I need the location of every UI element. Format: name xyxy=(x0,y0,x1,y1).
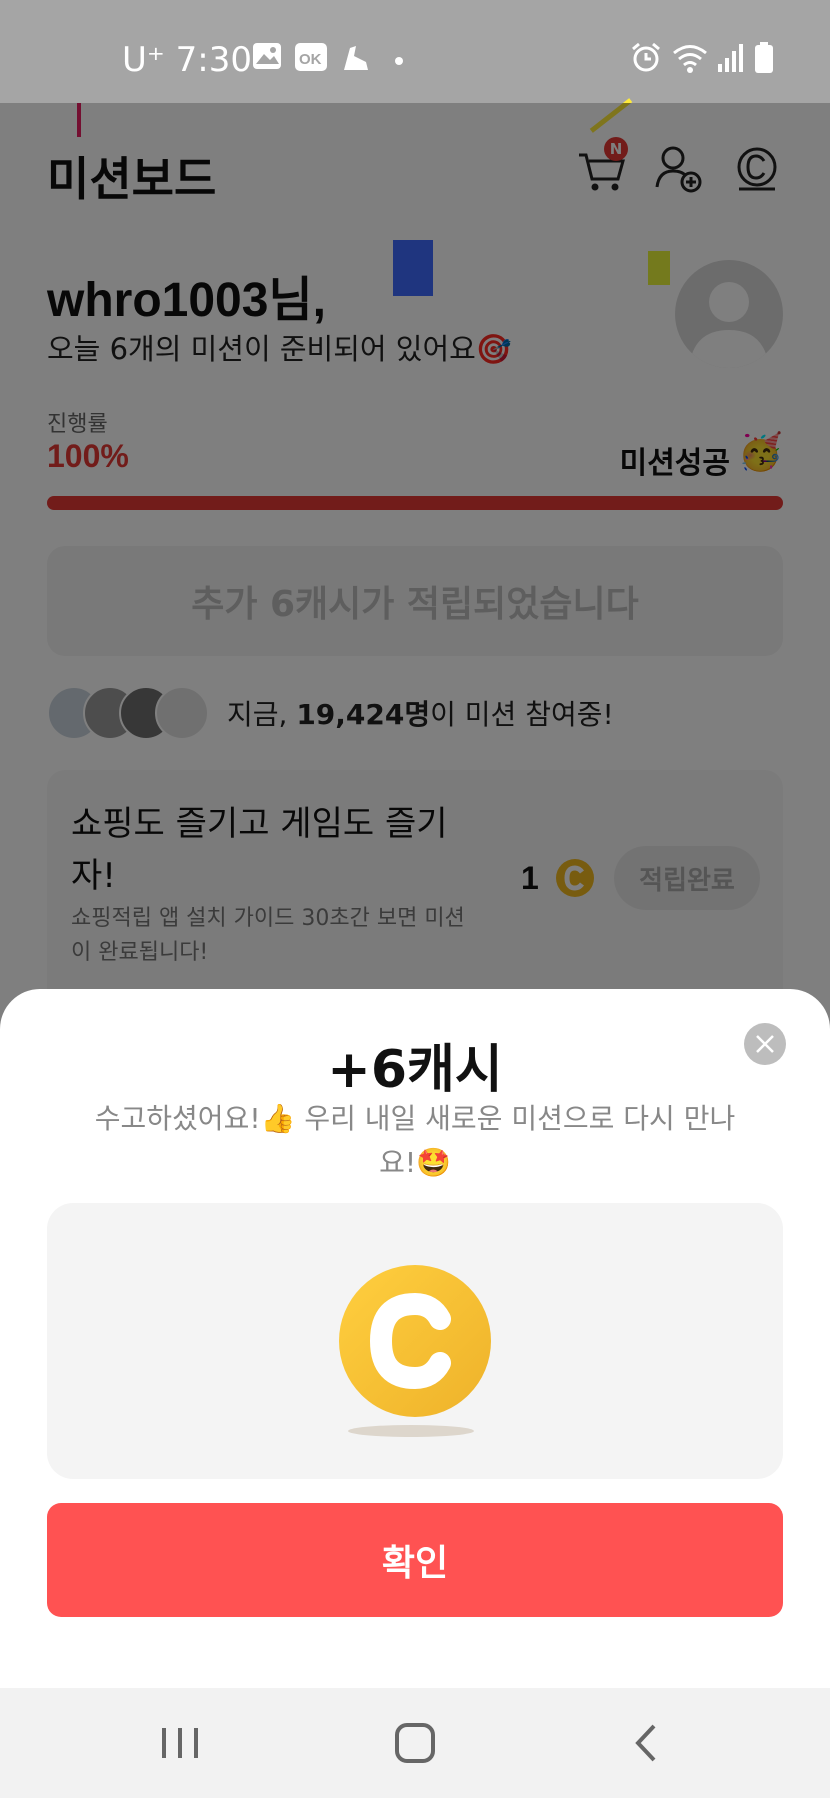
recent-apps-button[interactable] xyxy=(150,1718,210,1768)
confirm-button[interactable]: 확인 xyxy=(47,1503,783,1617)
coin-shadow xyxy=(348,1425,474,1437)
home-icon xyxy=(395,1723,435,1763)
back-button[interactable] xyxy=(618,1718,678,1768)
carrier-time: U⁺ 7:30 xyxy=(122,40,252,80)
coin-illustration xyxy=(47,1203,783,1479)
sneaker-icon xyxy=(344,46,368,70)
svg-text:OK: OK xyxy=(299,51,322,68)
dot-icon xyxy=(395,57,403,65)
image-icon xyxy=(253,43,281,69)
reward-title: +6캐시 xyxy=(327,1040,503,1100)
battery-icon xyxy=(755,42,773,73)
navigation-bar xyxy=(0,1688,830,1798)
wifi-icon xyxy=(673,45,707,73)
reward-message: 수고하셨어요!👍 우리 내일 새로운 미션으로 다시 만나요!🤩 xyxy=(94,1102,736,1179)
status-bar: U⁺ 7:30 OK xyxy=(0,0,830,103)
signal-icon xyxy=(718,44,743,72)
back-icon xyxy=(635,1724,656,1762)
coin-icon xyxy=(339,1265,491,1417)
recent-apps-icon xyxy=(162,1728,198,1758)
alarm-icon xyxy=(632,42,660,72)
ok-icon: OK xyxy=(295,43,327,71)
reward-sheet: +6캐시 수고하셨어요!👍 우리 내일 새로운 미션으로 다시 만나요!🤩 확인 xyxy=(0,989,830,1688)
home-button[interactable] xyxy=(385,1718,445,1768)
